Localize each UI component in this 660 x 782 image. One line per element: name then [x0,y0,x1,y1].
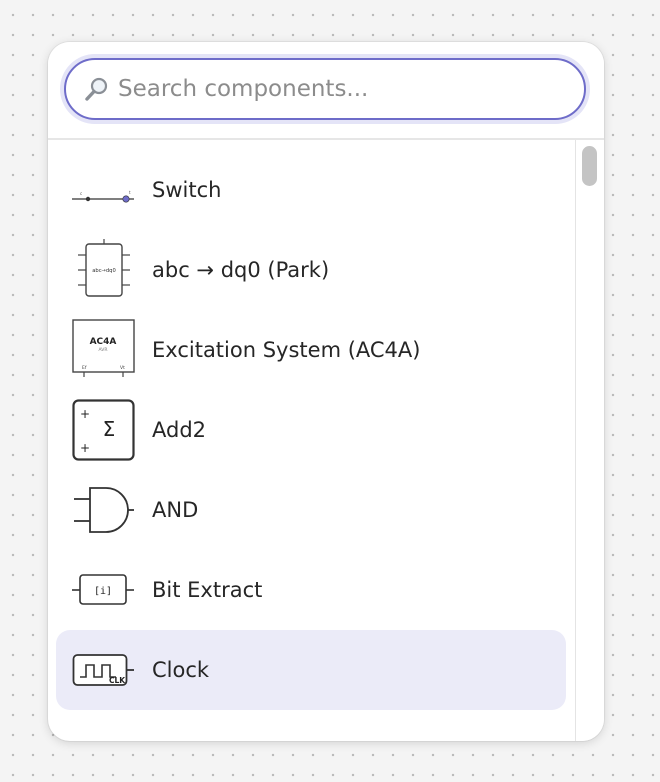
excitation-system-icon: AC4A AVR Ef Vt [72,319,135,377]
search-area [48,42,604,140]
scrollbar-thumb[interactable] [582,146,597,186]
svg-text:AVR: AVR [99,347,108,353]
list-item-and[interactable]: AND [56,470,566,550]
item-label: Clock [152,658,210,682]
svg-text:c: c [80,191,82,196]
item-label: Bit Extract [152,578,263,602]
svg-text:abc→dq0: abc→dq0 [92,268,116,274]
list-item-switch[interactable]: c t Switch [56,150,566,230]
and-gate-icon [74,487,134,533]
svg-text:[i]: [i] [94,586,112,597]
list-item-clock[interactable]: CLK Clock [56,630,566,710]
clock-icon: CLK [72,654,134,686]
item-label: abc → dq0 (Park) [152,258,330,282]
list-item-add2[interactable]: + + Σ Add2 [56,390,566,470]
item-label: Switch [152,178,222,202]
list-item-excitation-system[interactable]: AC4A AVR Ef Vt Excitation System (AC4A) [56,310,566,390]
list-item-park[interactable]: abc→dq0 abc → dq0 (Park) [56,230,566,310]
item-label: Add2 [152,418,207,442]
sum-icon: + + Σ [72,399,135,461]
svg-text:t: t [129,190,131,195]
search-icon [85,77,108,101]
item-label: AND [152,498,199,522]
svg-text:Ef: Ef [82,365,87,371]
svg-text:Vt: Vt [120,365,125,371]
item-label: Excitation System (AC4A) [152,338,421,362]
list-item-bit-extract[interactable]: [i] Bit Extract [56,550,566,630]
park-transform-icon: abc→dq0 [78,239,130,297]
scrollbar-track[interactable] [575,140,604,741]
bit-extract-icon: [i] [72,574,134,605]
component-picker-panel: c t Switch abc→dq0 abc → dq0 (Park) [48,42,604,741]
component-icon [72,719,136,741]
switch-icon: c t [72,190,134,203]
svg-text:CLK: CLK [109,676,126,685]
svg-text:AC4A: AC4A [90,337,117,347]
component-list: c t Switch abc→dq0 abc → dq0 (Park) AC4A… [48,140,575,741]
search-input[interactable] [118,68,568,110]
svg-text:+: + [80,441,90,455]
list-item-partial[interactable] [56,710,566,741]
svg-text:+: + [80,407,90,421]
search-box[interactable] [64,58,586,120]
svg-text:Σ: Σ [103,417,116,441]
